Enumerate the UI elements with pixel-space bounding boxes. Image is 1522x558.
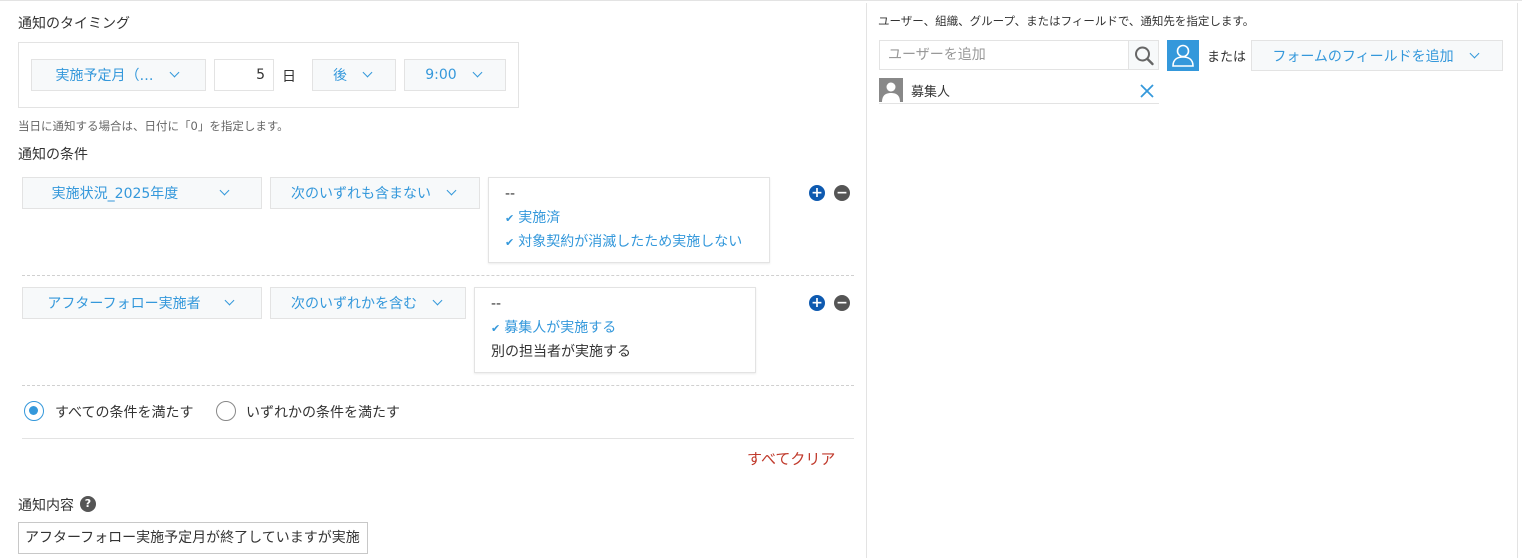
match-any-label: いずれかの条件を満たす [246,405,400,421]
user-search-button[interactable] [1128,40,1159,70]
conditions-bottom-line [22,438,854,439]
content-title: 通知内容 [18,498,74,514]
timing-days-input[interactable]: 5 [214,59,274,91]
match-all-radio[interactable] [24,401,44,421]
chevron-down-icon [218,186,232,200]
user-select-button[interactable] [1167,40,1199,71]
recipient-name: 募集人 [911,85,951,100]
timing-title: 通知のタイミング [18,16,130,32]
list-option[interactable]: 別の担当者が実施する [491,340,755,364]
add-condition-button[interactable]: + [809,295,825,311]
timing-direction-label: 後 [333,68,347,84]
condition-operator-label: 次のいずれかを含む [291,296,417,312]
remove-condition-button[interactable]: − [834,295,850,311]
avatar [879,78,903,102]
notification-content-input[interactable]: アフターフォロー実施予定月が終了していますが実施 [18,522,368,554]
condition-separator [22,275,854,276]
condition-operator-dropdown[interactable]: 次のいずれかを含む [270,287,466,319]
user-icon [1172,44,1194,67]
chevron-down-icon [431,296,445,310]
condition-value-list[interactable]: -- 募集人が実施する 別の担当者が実施する [474,287,756,373]
panel-divider [866,3,867,558]
chevron-down-icon [223,296,237,310]
recipients-hint: ユーザー、組織、グループ、またはフィールドで、通知先を指定します。 [878,14,1255,28]
help-icon[interactable]: ? [80,496,96,512]
timing-field-dropdown[interactable]: 実施予定月（… [31,59,206,91]
chevron-down-icon [445,186,459,200]
list-option[interactable]: 実施済 [505,206,769,230]
right-edge-divider [1517,3,1518,558]
or-label: または [1207,50,1247,65]
condition-field-dropdown[interactable]: 実施状況_2025年度 [22,177,262,209]
condition-field-dropdown[interactable]: アフターフォロー実施者 [22,287,262,319]
conditions-title: 通知の条件 [18,147,88,163]
list-option[interactable]: -- [505,182,769,206]
timing-time-label: 9:00 [425,67,457,83]
list-option[interactable]: 対象契約が消滅したため実施しない [505,230,769,254]
chevron-down-icon [1468,49,1482,63]
match-all-label: すべての条件を満たす [55,405,194,421]
condition-operator-label: 次のいずれも含まない [291,186,431,202]
user-search-input[interactable]: ユーザーを追加 [879,40,1129,70]
timing-days-unit: 日 [282,69,296,85]
close-icon [1140,84,1154,98]
timing-time-dropdown[interactable]: 9:00 [404,59,506,91]
recipient-underline [879,103,1159,104]
search-icon [1135,46,1154,66]
condition-separator [22,385,854,386]
form-field-dropdown-label: フォームのフィールドを追加 [1272,48,1454,65]
chevron-down-icon [471,68,485,82]
timing-field-label: 実施予定月（… [55,68,154,84]
chevron-down-icon [361,68,375,82]
add-condition-button[interactable]: + [809,185,825,201]
chevron-down-icon [168,68,182,82]
condition-value-list[interactable]: -- 実施済 対象契約が消滅したため実施しない [488,177,770,263]
remove-condition-button[interactable]: − [834,185,850,201]
condition-operator-dropdown[interactable]: 次のいずれも含まない [270,177,480,209]
remove-recipient-button[interactable] [1139,82,1155,98]
condition-field-label: 実施状況_2025年度 [51,186,179,202]
condition-field-label: アフターフォロー実施者 [47,296,201,312]
timing-direction-dropdown[interactable]: 後 [312,59,396,91]
list-option[interactable]: 募集人が実施する [491,316,755,340]
top-border [0,0,1522,3]
match-any-radio[interactable] [216,401,236,421]
form-field-dropdown[interactable]: フォームのフィールドを追加 [1251,40,1503,71]
user-avatar-icon [882,82,900,102]
timing-hint: 当日に通知する場合は、日付に「0」を指定します。 [18,119,289,133]
list-option[interactable]: -- [491,292,755,316]
clear-all-link[interactable]: すべてクリア [747,448,835,469]
